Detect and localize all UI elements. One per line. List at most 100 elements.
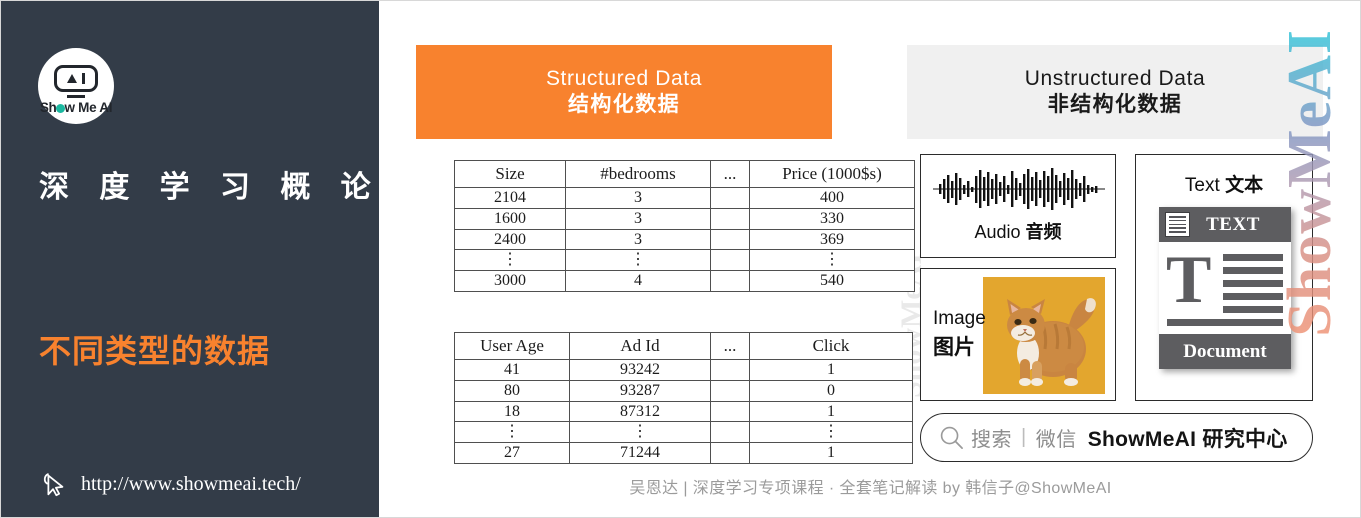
document-body: T (1159, 242, 1291, 334)
cell: 41 (454, 359, 570, 381)
document-text-lines-icon (1223, 254, 1283, 319)
column-header: Click (749, 332, 913, 360)
website-link[interactable]: http://www.showmeai.tech/ (39, 469, 301, 499)
search-hint: 搜索 (971, 429, 1012, 451)
audio-waveform-icon (933, 168, 1105, 210)
cell: 3 (565, 187, 711, 209)
image-label-zh: 图片 (933, 335, 975, 359)
cell (710, 270, 750, 293)
cell (710, 187, 750, 209)
robot-face-icon (54, 65, 98, 92)
table-header-row: User Age Ad Id ... Click (454, 332, 913, 360)
column-header: #bedrooms (565, 160, 711, 188)
table-row-ellipsis: ⋮ ⋮ ⋮ (454, 421, 913, 444)
logo-wordmark: Sh w Me AI (38, 100, 114, 115)
cursor-pointer-icon (43, 473, 64, 497)
cell: 0 (749, 379, 913, 402)
structured-header-zh: 结构化数据 (568, 93, 680, 116)
text-card: Text 文本 TEXT T Document (1135, 154, 1313, 401)
column-header: User Age (454, 332, 570, 360)
bar-glyph-icon (81, 73, 86, 84)
table-row-ellipsis: ⋮ ⋮ ⋮ (454, 249, 915, 272)
image-card-label: Image 图片 (933, 305, 986, 363)
search-separator: | (1021, 426, 1027, 448)
cell: 400 (749, 187, 915, 209)
audio-card: Audio 音频 (920, 154, 1116, 258)
table-row: 2400 3 369 (454, 228, 915, 251)
table-row: 18 87312 1 (454, 400, 913, 423)
robot-mouth-icon (67, 95, 85, 99)
cell (710, 442, 750, 465)
column-header: Size (454, 160, 566, 188)
unstructured-header-zh: 非结构化数据 (1047, 93, 1183, 116)
content-area: ShowMeAI ShowMeAI Structured Data 结构化数据 … (379, 1, 1360, 517)
cell: 1 (749, 442, 913, 465)
cell (710, 359, 750, 381)
cell: 330 (749, 207, 915, 230)
cell: 1 (749, 359, 913, 381)
cell: 369 (749, 228, 915, 251)
cell (710, 421, 750, 444)
cell: 540 (749, 270, 915, 293)
cell (710, 400, 750, 423)
showmeai-robot-logo-icon: Sh w Me AI (38, 48, 114, 124)
footer-credit: 吴恩达 | 深度学习专项课程 · 全套笔记解读 by 韩信子@ShowMeAI (629, 480, 1112, 497)
cell: 80 (454, 379, 570, 402)
cat-photo (983, 277, 1105, 394)
cell (710, 249, 750, 272)
ads-table: User Age Ad Id ... Click 41 93242 1 80 9… (454, 332, 913, 465)
logo-wordmark-pre: Sh (39, 100, 57, 115)
cell: ⋮ (749, 249, 915, 272)
cell: 3 (565, 207, 711, 230)
document-foot-label: Document (1159, 334, 1291, 369)
document-lines-glyph-icon (1165, 212, 1190, 237)
audio-card-label: Audio 音频 (921, 218, 1115, 244)
document-header: TEXT (1159, 207, 1291, 242)
cell: ⋮ (749, 421, 913, 444)
logo-dot-icon (56, 104, 65, 113)
table-row: 1600 3 330 (454, 207, 915, 230)
cell (710, 379, 750, 402)
cell: ⋮ (569, 421, 711, 444)
table-row: 2104 3 400 (454, 187, 915, 209)
document-letter-t: T (1166, 241, 1212, 317)
structured-header-en: Structured Data (545, 66, 703, 90)
text-label-en: Text (1184, 175, 1220, 196)
document-wide-line-icon (1167, 319, 1283, 326)
cell: 2104 (454, 187, 566, 209)
cell: 2400 (454, 228, 566, 251)
image-card: Image 图片 (920, 268, 1116, 401)
website-url-text: http://www.showmeai.tech/ (81, 472, 301, 495)
table-row: 80 93287 0 (454, 379, 913, 402)
document-icon: TEXT T Document (1159, 207, 1291, 369)
audio-label-zh: 音频 (1025, 222, 1062, 242)
page-title: 深 度 学 习 概 论 (39, 171, 382, 204)
column-header-ellipsis: ... (710, 332, 750, 360)
column-header-ellipsis: ... (710, 160, 750, 188)
page-subtitle: 不同类型的数据 (39, 333, 271, 369)
structured-data-header: Structured Data 结构化数据 (416, 45, 832, 139)
logo-wordmark-post: w Me AI (64, 100, 113, 115)
slide-root: Sh w Me AI 深 度 学 习 概 论 不同类型的数据 http://www… (0, 0, 1361, 518)
unstructured-data-header: Unstructured Data 非结构化数据 (907, 45, 1323, 139)
column-header: Ad Id (569, 332, 711, 360)
table-row: 3000 4 540 (454, 270, 915, 293)
cell: 93242 (569, 359, 711, 381)
table-header-row: Size #bedrooms ... Price (1000$s) (454, 160, 915, 188)
cell: 1 (749, 400, 913, 423)
audio-label-en: Audio (974, 222, 1021, 242)
text-label-zh: 文本 (1225, 175, 1264, 196)
cell: 71244 (569, 442, 711, 465)
cell: 1600 (454, 207, 566, 230)
unstructured-header-en: Unstructured Data (1024, 66, 1206, 90)
caret-up-icon (66, 74, 77, 83)
wechat-search-bar[interactable]: 搜索 | 微信 ShowMeAI 研究中心 (920, 413, 1313, 462)
cell: 87312 (569, 400, 711, 423)
brand-logo: Sh w Me AI (38, 48, 114, 124)
search-magnifier-icon (940, 426, 963, 449)
cell: 93287 (569, 379, 711, 402)
column-header: Price (1000$s) (749, 160, 915, 188)
cell: ⋮ (454, 249, 566, 272)
cell: 27 (454, 442, 570, 465)
table-row: 27 71244 1 (454, 442, 913, 465)
